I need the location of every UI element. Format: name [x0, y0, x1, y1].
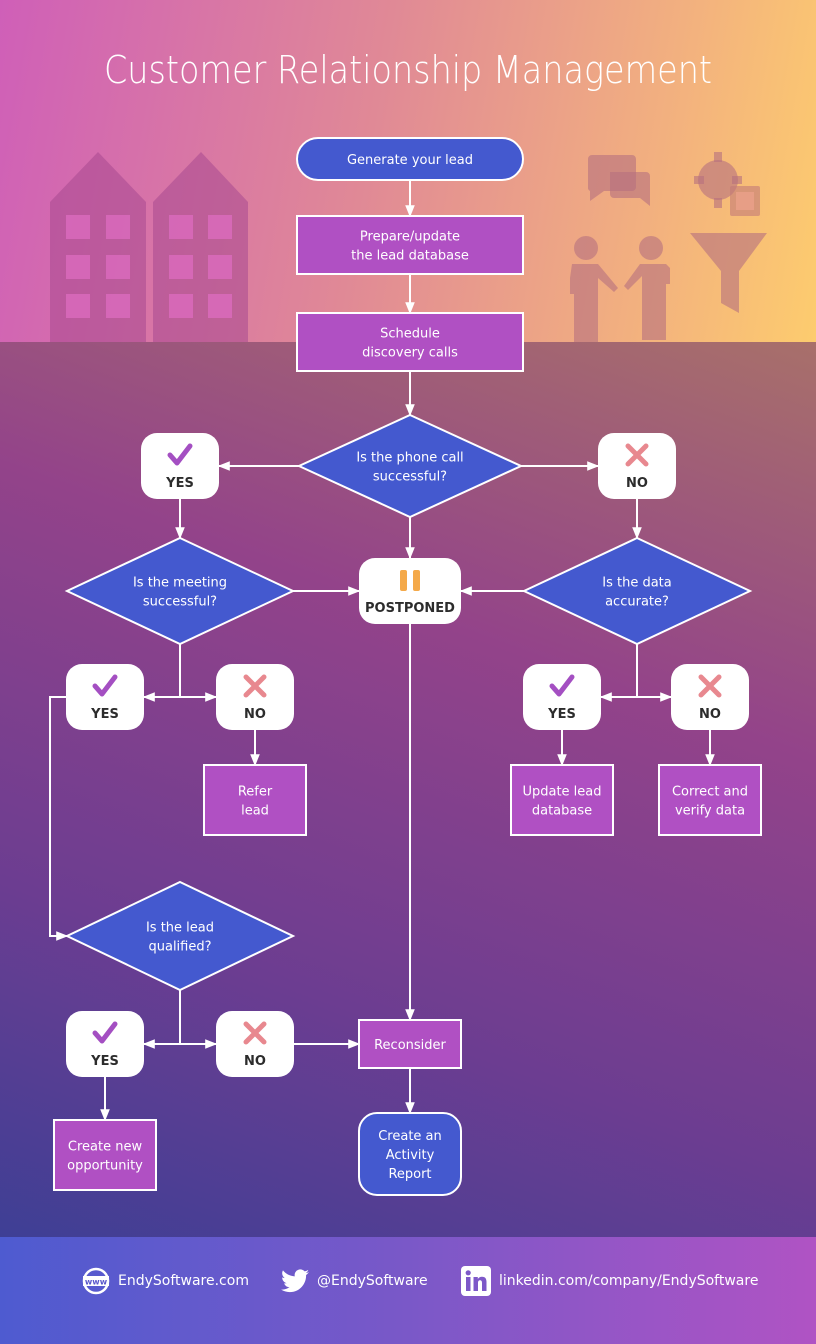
node-label: Is the phone call — [356, 451, 463, 466]
node-update-db: Update lead database — [510, 764, 614, 836]
node-opportunity: Create new opportunity — [53, 1119, 157, 1191]
edge-data-q-to-data-yes — [599, 644, 638, 702]
edge-lead-q-to-lead-yes — [142, 990, 181, 1049]
process-shape — [53, 1119, 157, 1191]
footer-linkedin[interactable]: linkedin.com/company/EndySoftware — [461, 1264, 758, 1298]
node-schedule: Schedule discovery calls — [296, 312, 524, 372]
node-prepare: Prepare/update the lead database — [296, 215, 524, 275]
node-label: accurate? — [605, 595, 669, 610]
svg-text:www: www — [85, 1278, 108, 1287]
badge-label: POSTPONED — [365, 601, 455, 616]
node-label: database — [532, 804, 592, 819]
node-label: Update lead — [522, 785, 601, 800]
node-data-q: Is the data accurate? — [521, 536, 753, 646]
node-phone-no: NO — [598, 433, 676, 499]
badge-label: NO — [699, 707, 721, 722]
node-lead-q: Is the lead qualified? — [64, 880, 296, 992]
decision-shape — [296, 413, 524, 519]
twitter-icon — [281, 1269, 309, 1293]
decision-shape — [64, 880, 296, 992]
badge-label: YES — [90, 707, 119, 722]
node-data-yes: YES — [523, 664, 601, 730]
node-lead-yes: YES — [66, 1011, 144, 1077]
node-reconsider: Reconsider — [358, 1019, 462, 1069]
node-label: Create new — [68, 1140, 143, 1155]
badge-label: YES — [90, 1054, 119, 1069]
node-label: Create an — [378, 1129, 442, 1144]
twitter-handle[interactable]: @EndySoftware — [317, 1273, 428, 1289]
edge-meeting-q-to-meeting-yes — [142, 644, 181, 702]
crm-flowchart: Generate your lead Prepare/update the lead… — [49, 137, 762, 1196]
node-label: Reconsider — [374, 1038, 446, 1053]
footer-twitter[interactable]: @EndySoftware — [281, 1264, 428, 1298]
node-generate: Generate your lead — [296, 137, 524, 181]
process-shape — [203, 764, 307, 836]
node-label: Prepare/update — [360, 230, 460, 245]
node-label: lead — [241, 804, 269, 819]
node-label: verify data — [675, 804, 745, 819]
node-lead-no: NO — [216, 1011, 294, 1077]
process-shape — [296, 312, 524, 372]
node-label: opportunity — [67, 1159, 143, 1174]
node-phone-q: Is the phone call successful? — [296, 413, 524, 519]
badge-label: NO — [244, 1054, 266, 1069]
node-report: Create an Activity Report — [358, 1112, 462, 1196]
node-label: the lead database — [351, 249, 469, 264]
website-link[interactable]: EndySoftware.com — [118, 1273, 249, 1289]
badge-label: YES — [165, 476, 194, 491]
node-meeting-yes: YES — [66, 664, 144, 730]
badge-label: NO — [244, 707, 266, 722]
node-phone-yes: YES — [141, 433, 219, 499]
node-label: qualified? — [148, 940, 211, 955]
decision-shape — [64, 536, 296, 646]
node-label: Schedule — [380, 327, 440, 342]
badge-label: NO — [626, 476, 648, 491]
node-label: Activity — [386, 1148, 435, 1163]
linkedin-link[interactable]: linkedin.com/company/EndySoftware — [499, 1273, 758, 1289]
nodes-layer: Generate your lead Prepare/update the lead… — [53, 137, 762, 1196]
node-data-no: NO — [671, 664, 749, 730]
node-correct: Correct and verify data — [658, 764, 762, 836]
node-label: Refer — [238, 785, 273, 800]
globe-www-icon: www — [82, 1267, 110, 1295]
linkedin-icon — [461, 1266, 491, 1296]
node-label: successful? — [143, 595, 217, 610]
badge-label: YES — [547, 707, 576, 722]
node-refer: Refer lead — [203, 764, 307, 836]
node-label: Is the data — [602, 576, 672, 591]
process-shape — [510, 764, 614, 836]
node-postponed: POSTPONED — [359, 558, 461, 624]
node-label: Is the meeting — [133, 576, 227, 591]
node-label: Generate your lead — [347, 153, 473, 168]
node-label: successful? — [373, 470, 447, 485]
footer-website[interactable]: www EndySoftware.com — [82, 1264, 249, 1298]
process-shape — [658, 764, 762, 836]
node-meeting-q: Is the meeting successful? — [64, 536, 296, 646]
node-label: discovery calls — [362, 346, 458, 361]
edge-meeting-yes-to-lead-q — [49, 696, 69, 941]
decision-shape — [521, 536, 753, 646]
node-meeting-no: NO — [216, 664, 294, 730]
node-label: Correct and — [672, 785, 748, 800]
node-label: Report — [388, 1167, 431, 1182]
node-label: Is the lead — [146, 921, 214, 936]
process-shape — [296, 215, 524, 275]
